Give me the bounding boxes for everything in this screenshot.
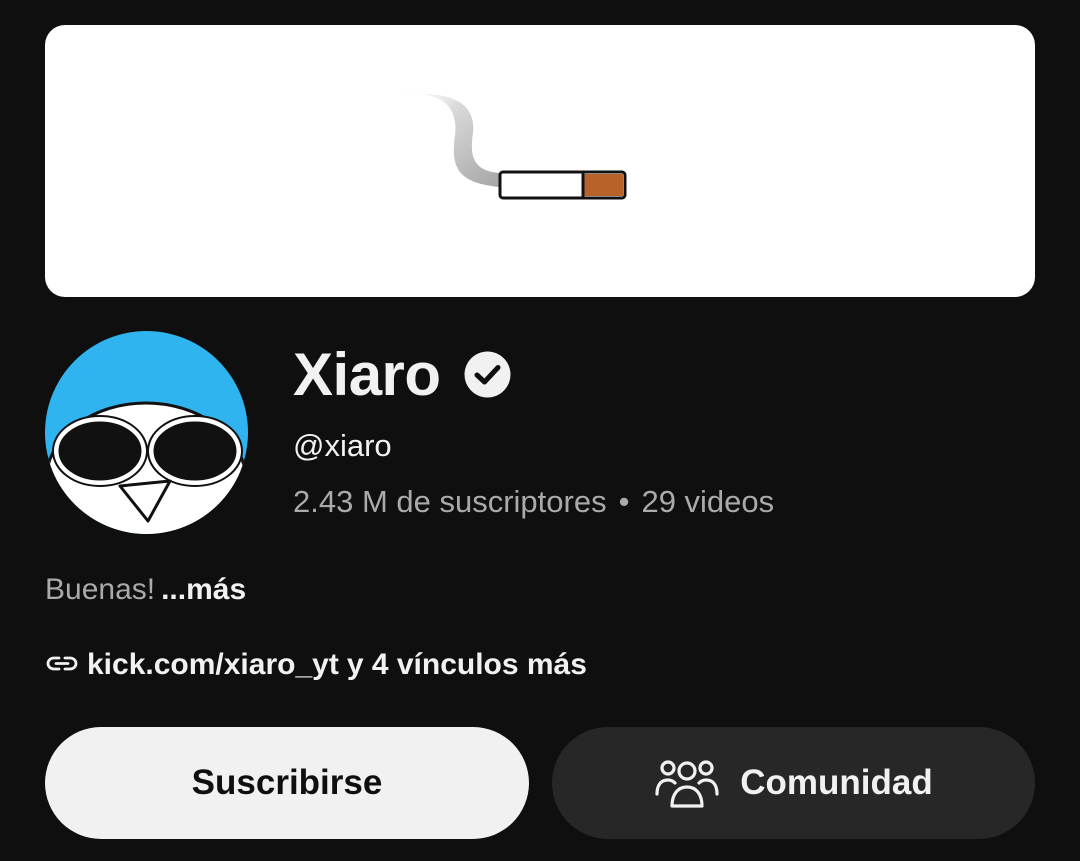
description-more-link[interactable]: ...más <box>161 573 246 606</box>
subscriber-count: 2.43 M de suscriptores <box>293 484 607 519</box>
primary-link[interactable]: kick.com/xiaro_yt <box>87 648 339 682</box>
subscribe-button[interactable]: Suscribirse <box>45 727 529 839</box>
channel-banner <box>45 25 1035 297</box>
more-links[interactable]: y 4 vínculos más <box>347 648 587 682</box>
people-group-icon <box>654 754 720 812</box>
right-eye-icon <box>148 416 242 486</box>
channel-name: Xiaro <box>293 340 441 408</box>
cigarette-filter <box>584 174 623 196</box>
left-eye-icon <box>53 416 147 486</box>
channel-handle: @xiaro <box>293 428 392 463</box>
check-circle-icon <box>463 350 512 399</box>
community-label: Comunidad <box>740 763 933 802</box>
channel-stats: 2.43 M de suscriptores • 29 videos <box>293 484 774 520</box>
smoke-trail <box>375 93 500 187</box>
description-text: Buenas! <box>45 573 156 606</box>
cigarette-smoke-illustration <box>375 93 627 200</box>
link-icon <box>45 648 79 682</box>
stats-separator: • <box>618 484 630 519</box>
avatar[interactable] <box>45 331 248 534</box>
channel-title-row: Xiaro <box>293 336 512 412</box>
community-button[interactable]: Comunidad <box>552 727 1035 839</box>
subscribe-label: Suscribirse <box>191 763 383 802</box>
channel-links[interactable]: kick.com/xiaro_yt y 4 vínculos más <box>45 648 587 682</box>
video-count: 29 videos <box>641 484 775 519</box>
channel-description[interactable]: Buenas! ...más <box>45 573 246 607</box>
